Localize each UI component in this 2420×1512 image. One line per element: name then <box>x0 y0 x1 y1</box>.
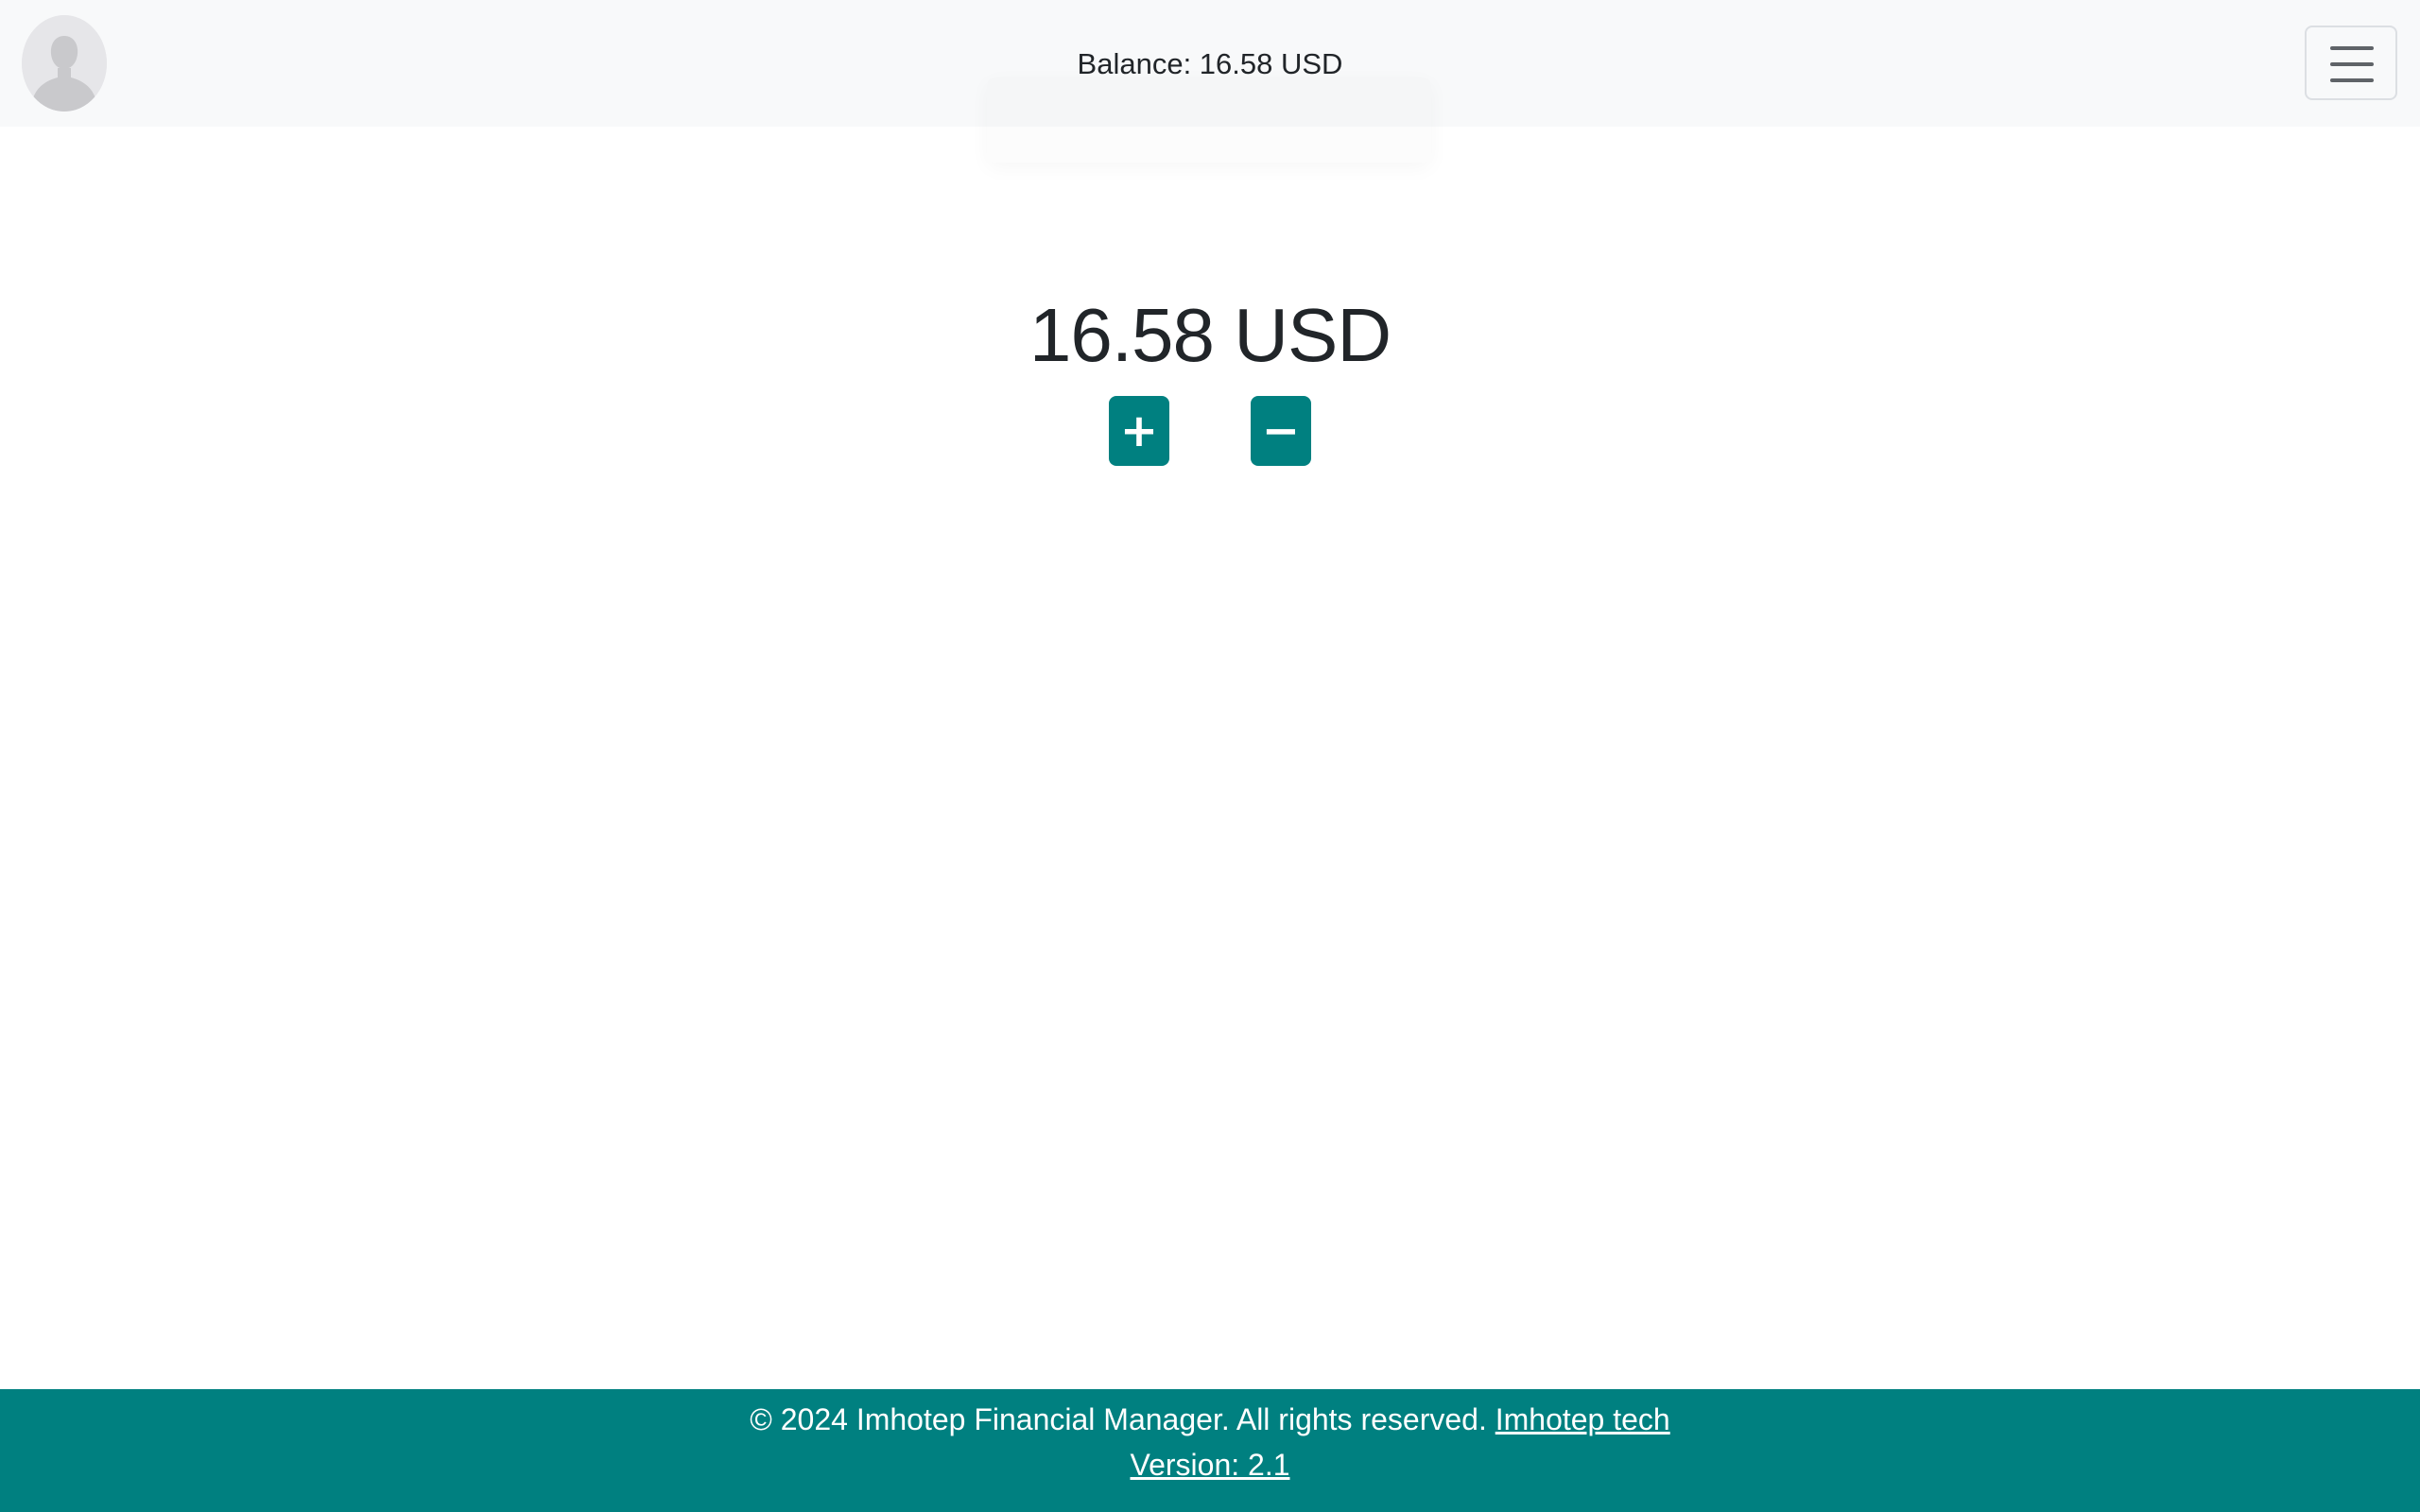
hamburger-menu-icon-line <box>2330 78 2374 82</box>
footer-version-line: Version: 2.1 <box>0 1442 2420 1487</box>
navbar: Balance: 16.58 USD <box>0 0 2420 127</box>
hamburger-menu-icon-line <box>2330 62 2374 66</box>
company-link[interactable]: Imhotep tech <box>1495 1402 1670 1436</box>
footer-copyright-line: © 2024 Imhotep Financial Manager. All ri… <box>0 1397 2420 1442</box>
balance-amount: 16.58 USD <box>1028 293 1392 377</box>
footer-copyright: © 2024 Imhotep Financial Manager. All ri… <box>750 1402 1487 1436</box>
hamburger-menu-button[interactable] <box>2305 26 2397 100</box>
version-link[interactable]: Version: 2.1 <box>1131 1448 1290 1482</box>
hamburger-menu-icon <box>2330 46 2374 50</box>
balance-dropdown-shadow <box>987 77 1431 163</box>
add-button[interactable]: + <box>1109 396 1169 466</box>
subtract-button[interactable]: − <box>1251 396 1311 466</box>
navbar-balance: Balance: 16.58 USD <box>1077 47 1343 80</box>
footer: © 2024 Imhotep Financial Manager. All ri… <box>0 1389 2420 1512</box>
